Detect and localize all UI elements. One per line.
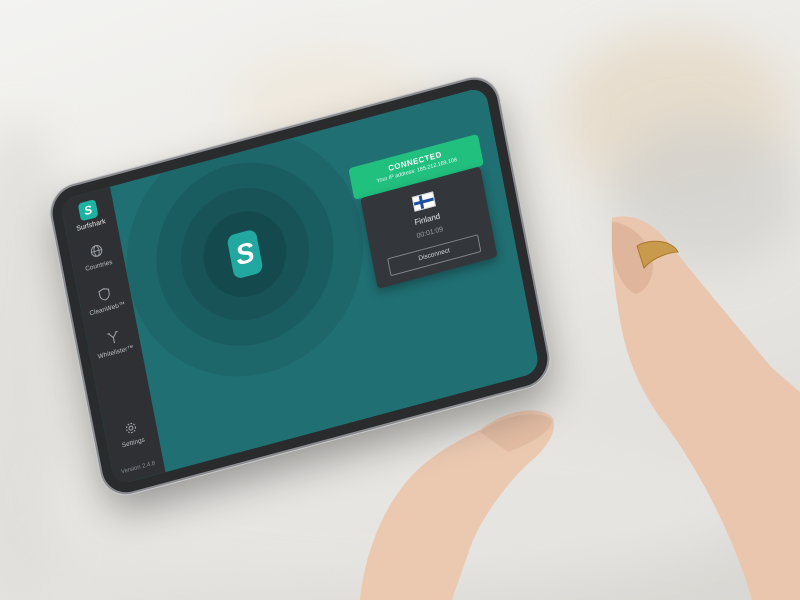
app-version: Version 2.4.8 (120, 460, 156, 476)
finland-flag-icon (411, 191, 436, 212)
sidebar-item-whitelister[interactable]: Whitelister™ (87, 325, 142, 363)
surfshark-logo-icon: S (77, 199, 99, 222)
sidebar-item-cleanweb[interactable]: CleanWeb™ (78, 281, 133, 319)
brand: S Surfshark (61, 195, 117, 236)
sidebar-item-countries[interactable]: Countries (70, 238, 125, 276)
sidebar-item-settings[interactable]: Settings (104, 415, 159, 453)
